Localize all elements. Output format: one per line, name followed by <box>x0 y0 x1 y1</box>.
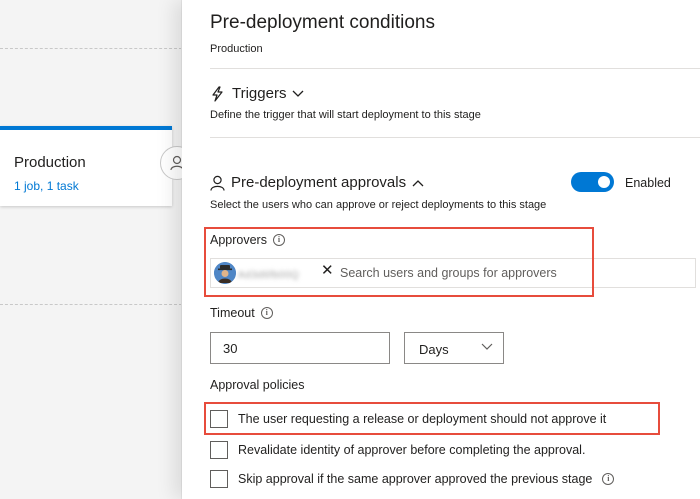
pre-deployment-conditions-panel: Pre-deployment conditions Production Tri… <box>182 0 700 499</box>
pipeline-canvas: Production 1 job, 1 task <box>0 0 182 499</box>
timeout-input[interactable] <box>210 332 390 364</box>
divider <box>210 137 700 138</box>
approval-policies-title: Approval policies <box>210 378 305 392</box>
lightning-trigger-icon <box>212 85 223 102</box>
approvals-section-header[interactable]: Pre-deployment approvals <box>210 174 424 191</box>
person-icon <box>210 175 225 191</box>
canvas-divider <box>0 48 181 49</box>
approvals-title: Pre-deployment approvals <box>231 174 407 191</box>
policy-highlight <box>204 402 660 435</box>
info-icon[interactable]: i <box>260 307 273 319</box>
approvers-highlight <box>204 227 594 297</box>
stage-tasks-link[interactable]: 1 job, 1 task <box>14 179 79 193</box>
timeout-unit-value: Days <box>419 342 449 357</box>
info-icon[interactable]: i <box>602 473 615 485</box>
policy-checkbox[interactable] <box>210 441 228 459</box>
toggle-knob <box>598 176 610 188</box>
policy-label: Revalidate identity of approver before c… <box>238 443 586 457</box>
triggers-description: Define the trigger that will start deplo… <box>210 109 481 121</box>
timeout-label: Timeout <box>210 306 255 320</box>
timeout-unit-dropdown[interactable]: Days <box>404 332 504 364</box>
triggers-title: Triggers <box>232 85 287 102</box>
chevron-down-icon <box>481 343 493 350</box>
policy-row[interactable]: Revalidate identity of approver before c… <box>210 441 585 459</box>
canvas-divider <box>0 304 181 305</box>
approvals-enabled-toggle[interactable] <box>571 172 614 192</box>
approvals-description: Select the users who can approve or reje… <box>210 199 547 211</box>
chevron-up-icon <box>412 179 424 186</box>
panel-title: Pre-deployment conditions <box>210 12 435 33</box>
stage-name: Production <box>14 154 86 171</box>
triggers-section-header[interactable]: Triggers <box>210 85 304 102</box>
stage-card-production[interactable]: Production 1 job, 1 task <box>0 126 172 206</box>
chevron-down-icon <box>293 90 304 97</box>
policy-row[interactable]: Skip approval if the same approver appro… <box>210 470 615 488</box>
toggle-label: Enabled <box>625 176 671 190</box>
timeout-label-row: Timeout i <box>210 306 273 320</box>
panel-subtitle: Production <box>210 43 263 55</box>
policy-checkbox[interactable] <box>210 470 228 488</box>
divider <box>210 68 700 69</box>
policy-label: Skip approval if the same approver appro… <box>238 472 593 486</box>
